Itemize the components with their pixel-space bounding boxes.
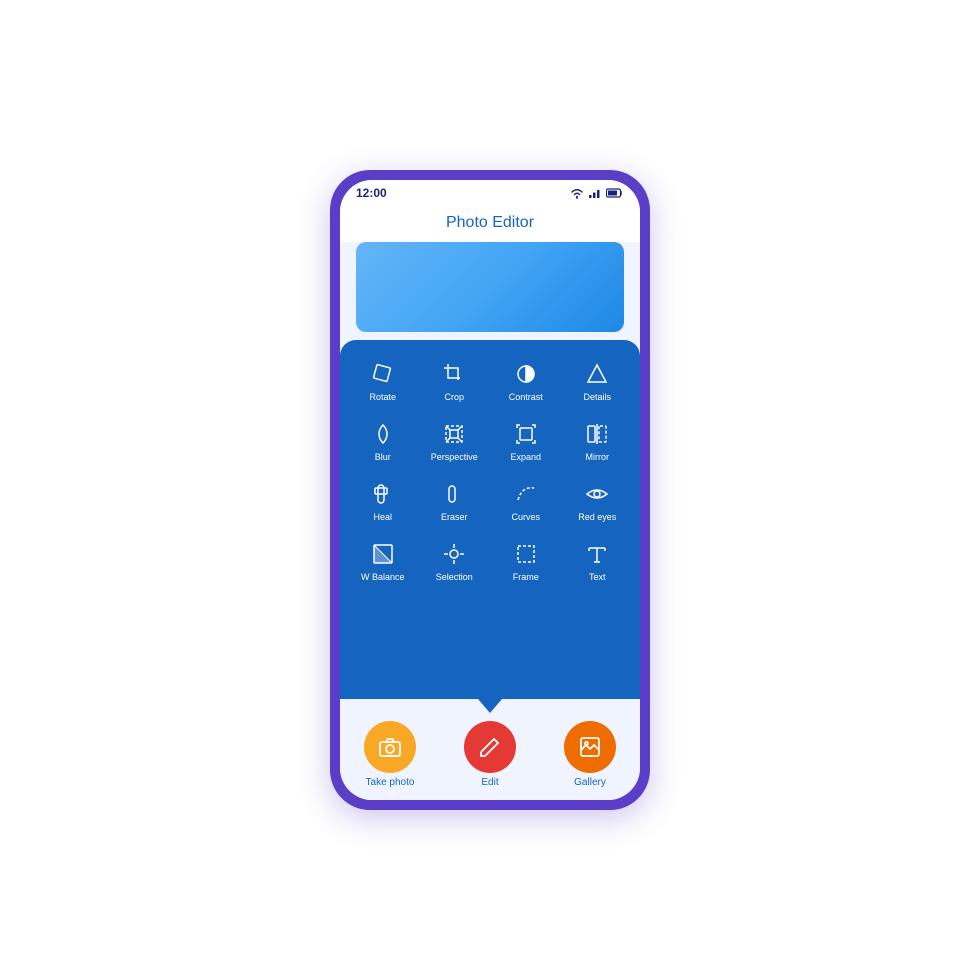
expand-label: Expand <box>510 452 541 462</box>
tool-crop[interactable]: Crop <box>420 352 490 410</box>
status-bar: 12:00 <box>340 180 640 206</box>
red-eyes-icon <box>583 480 611 508</box>
crop-label: Crop <box>444 392 464 402</box>
rotate-icon <box>369 360 397 388</box>
edit-label: Edit <box>481 777 498 788</box>
perspective-icon <box>440 420 468 448</box>
bottom-nav: Take photo Edit <box>340 713 640 800</box>
tool-perspective[interactable]: Perspective <box>420 412 490 470</box>
red-eyes-label: Red eyes <box>578 512 616 522</box>
tool-selection[interactable]: Selection <box>420 532 490 590</box>
image-preview <box>356 242 624 332</box>
edit-icon <box>478 735 502 759</box>
text-label: Text <box>589 572 606 582</box>
curves-icon <box>512 480 540 508</box>
w-balance-label: W Balance <box>361 572 405 582</box>
tool-details[interactable]: Details <box>563 352 633 410</box>
tool-contrast[interactable]: Contrast <box>491 352 561 410</box>
contrast-label: Contrast <box>509 392 543 402</box>
details-icon <box>583 360 611 388</box>
curves-label: Curves <box>511 512 540 522</box>
heal-label: Heal <box>373 512 392 522</box>
gallery-label: Gallery <box>574 777 606 788</box>
mirror-label: Mirror <box>586 452 610 462</box>
tool-text[interactable]: Text <box>563 532 633 590</box>
eraser-label: Eraser <box>441 512 468 522</box>
tool-red-eyes[interactable]: Red eyes <box>563 472 633 530</box>
camera-icon <box>378 735 402 759</box>
battery-icon <box>606 187 624 199</box>
status-time: 12:00 <box>356 186 387 200</box>
tool-rotate[interactable]: Rotate <box>348 352 418 410</box>
tool-eraser[interactable]: Eraser <box>420 472 490 530</box>
nav-gallery[interactable]: Gallery <box>564 721 616 788</box>
tool-blur[interactable]: Blur <box>348 412 418 470</box>
details-label: Details <box>583 392 611 402</box>
expand-icon <box>512 420 540 448</box>
signal-icon <box>588 187 602 199</box>
app-title: Photo Editor <box>446 214 534 231</box>
nav-take-photo[interactable]: Take photo <box>364 721 416 788</box>
tools-grid: Rotate Crop <box>348 352 632 590</box>
tool-w-balance[interactable]: W Balance <box>348 532 418 590</box>
edit-panel: Rotate Crop <box>340 340 640 699</box>
tool-mirror[interactable]: Mirror <box>563 412 633 470</box>
app-header: Photo Editor <box>340 206 640 242</box>
take-photo-label: Take photo <box>366 777 415 788</box>
gallery-button[interactable] <box>564 721 616 773</box>
status-icons <box>570 187 624 199</box>
perspective-label: Perspective <box>431 452 478 462</box>
text-icon <box>583 540 611 568</box>
wifi-icon <box>570 187 584 199</box>
gallery-icon <box>578 735 602 759</box>
w-balance-icon <box>369 540 397 568</box>
tool-expand[interactable]: Expand <box>491 412 561 470</box>
phone-screen: 12:00 <box>340 180 640 800</box>
crop-icon <box>440 360 468 388</box>
selection-label: Selection <box>436 572 473 582</box>
frame-label: Frame <box>513 572 539 582</box>
eraser-icon <box>440 480 468 508</box>
tool-frame[interactable]: Frame <box>491 532 561 590</box>
edit-button[interactable] <box>464 721 516 773</box>
mirror-icon <box>583 420 611 448</box>
phone-frame: 12:00 <box>330 170 650 810</box>
frame-icon <box>512 540 540 568</box>
panel-arrow <box>478 699 502 713</box>
selection-icon <box>440 540 468 568</box>
tool-heal[interactable]: Heal <box>348 472 418 530</box>
blur-icon <box>369 420 397 448</box>
contrast-icon <box>512 360 540 388</box>
take-photo-button[interactable] <box>364 721 416 773</box>
heal-icon <box>369 480 397 508</box>
nav-edit[interactable]: Edit <box>464 721 516 788</box>
tool-curves[interactable]: Curves <box>491 472 561 530</box>
blur-label: Blur <box>375 452 391 462</box>
rotate-label: Rotate <box>369 392 396 402</box>
